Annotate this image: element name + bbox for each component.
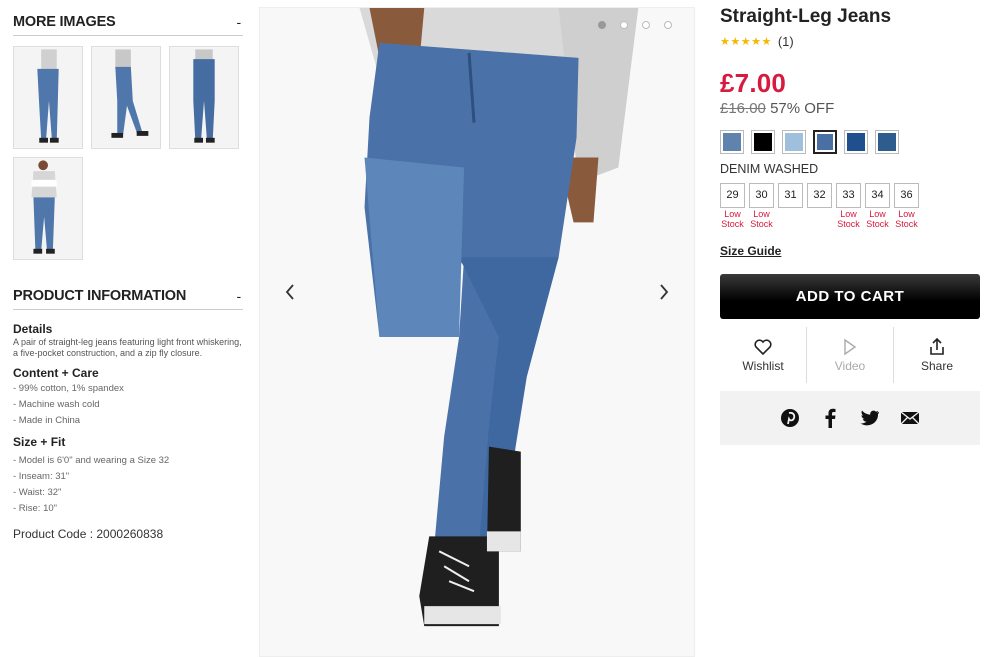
wishlist-label: Wishlist <box>742 359 784 373</box>
color-swatch-6[interactable] <box>875 130 899 154</box>
color-swatch-1[interactable] <box>720 130 744 154</box>
size-label: 29 <box>720 183 745 208</box>
next-image-button[interactable] <box>650 278 678 306</box>
stock-status: Low Stock <box>750 209 773 229</box>
collapse-toggle[interactable]: - <box>237 14 243 30</box>
swatch-fill <box>878 133 896 151</box>
more-images-header[interactable]: MORE IMAGES - <box>13 8 243 36</box>
product-code: Product Code : 2000260838 <box>13 527 164 541</box>
list-item: - Machine wash cold <box>13 399 100 410</box>
share-label: Share <box>920 359 954 373</box>
size-option[interactable]: 29 Low Stock <box>720 183 745 229</box>
color-swatch-4[interactable] <box>813 130 837 154</box>
star-rating-icon: ★★★★★ <box>720 36 772 48</box>
carousel-dot-3[interactable] <box>642 21 650 29</box>
size-label: 36 <box>894 183 919 208</box>
more-images-title: MORE IMAGES <box>13 13 116 30</box>
thumbnail-1[interactable] <box>13 46 83 149</box>
product-information: PRODUCT INFORMATION - Details A pair of … <box>13 282 243 541</box>
swatch-fill <box>723 133 741 151</box>
stock-status: Low Stock <box>866 209 889 229</box>
product-title: Straight-Leg Jeans <box>720 6 892 27</box>
size-option[interactable]: 33 Low Stock <box>836 183 861 229</box>
jeans-photo <box>260 8 694 656</box>
content-care-list: - 99% cotton, 1% spandex - Machine wash … <box>13 381 243 429</box>
original-price-row: £16.00 57% OFF <box>720 100 980 117</box>
details-text: A pair of straight-leg jeans featuring l… <box>13 337 242 358</box>
size-option[interactable]: 36 Low Stock <box>894 183 919 229</box>
color-swatches <box>720 130 980 154</box>
share-button[interactable]: Share <box>894 327 980 383</box>
list-item: - Inseam: 31" <box>13 471 70 482</box>
heart-icon <box>754 339 772 356</box>
sale-price: £7.00 <box>720 68 787 98</box>
size-fit-list: - Model is 6'0" and wearing a Size 32 - … <box>13 453 243 517</box>
list-item: - Made in China <box>13 415 81 426</box>
video-button[interactable]: Video <box>807 327 894 383</box>
rating[interactable]: ★★★★★ (1) <box>720 34 980 49</box>
thumbnail-4[interactable] <box>13 157 83 260</box>
thumbnail-3[interactable] <box>169 46 239 149</box>
size-label: 34 <box>865 183 890 208</box>
swatch-fill <box>847 133 865 151</box>
product-info-body: Details A pair of straight-leg jeans fea… <box>13 322 243 541</box>
stock-status: Low Stock <box>895 209 918 229</box>
carousel-dot-2[interactable] <box>620 21 628 29</box>
swatch-fill <box>785 133 803 151</box>
share-icon <box>930 337 944 355</box>
size-label: 30 <box>749 183 774 208</box>
chevron-right-icon <box>660 284 669 300</box>
discount-label: 57% OFF <box>770 100 835 117</box>
list-item: - Model is 6'0" and wearing a Size 32 <box>13 455 170 466</box>
carousel-dot-4[interactable] <box>664 21 672 29</box>
product-info-title: PRODUCT INFORMATION <box>13 287 187 304</box>
color-swatch-5[interactable] <box>844 130 868 154</box>
size-label: 32 <box>807 183 832 208</box>
stock-status: Low Stock <box>721 209 744 229</box>
size-fit-heading: Size + Fit <box>13 435 66 449</box>
list-item: - 99% cotton, 1% spandex <box>13 383 124 394</box>
stock-status: Low Stock <box>837 209 860 229</box>
product-panel: Straight-Leg Jeans ★★★★★ (1) £7.00 £16.0… <box>720 6 980 445</box>
email-icon[interactable] <box>900 408 920 428</box>
original-price: £16.00 <box>720 100 766 117</box>
review-count[interactable]: (1) <box>778 34 794 49</box>
color-swatch-3[interactable] <box>782 130 806 154</box>
size-label: 33 <box>836 183 861 208</box>
size-label: 31 <box>778 183 803 208</box>
selected-color-name: DENIM WASHED <box>720 162 819 176</box>
pinterest-icon[interactable] <box>780 408 800 428</box>
size-option[interactable]: 34 Low Stock <box>865 183 890 229</box>
color-swatch-2[interactable] <box>751 130 775 154</box>
swatch-fill <box>754 133 772 151</box>
product-info-header[interactable]: PRODUCT INFORMATION - <box>13 282 243 310</box>
prev-image-button[interactable] <box>276 278 304 306</box>
size-selector: 29 Low Stock 30 Low Stock 31 32 33 Low Stock 3… <box>720 183 980 229</box>
carousel-dots <box>598 21 672 29</box>
social-share-bar <box>720 391 980 445</box>
carousel-dot-1[interactable] <box>598 21 606 29</box>
play-icon <box>844 338 857 356</box>
size-option[interactable]: 30 Low Stock <box>749 183 774 229</box>
size-option[interactable]: 31 <box>778 183 803 229</box>
size-guide-link[interactable]: Size Guide <box>720 244 781 258</box>
list-item: - Rise: 10" <box>13 503 58 514</box>
content-care-heading: Content + Care <box>13 366 99 380</box>
video-label: Video <box>834 359 866 373</box>
collapse-toggle[interactable]: - <box>237 288 243 304</box>
swatch-fill <box>817 134 833 150</box>
size-option[interactable]: 32 <box>807 183 832 229</box>
list-item: - Waist: 32" <box>13 487 62 498</box>
chevron-left-icon <box>285 284 294 300</box>
action-row: Wishlist Video Share <box>720 327 980 383</box>
twitter-icon[interactable] <box>860 408 880 428</box>
details-heading: Details <box>13 322 53 336</box>
wishlist-button[interactable]: Wishlist <box>720 327 807 383</box>
thumbnail-2[interactable] <box>91 46 161 149</box>
left-column: MORE IMAGES - PRODUCT INFORMATION - Deta… <box>13 8 243 541</box>
thumbnail-grid <box>13 46 243 260</box>
add-to-cart-button[interactable]: ADD TO CART <box>720 274 980 319</box>
facebook-icon[interactable] <box>820 408 840 428</box>
main-product-image[interactable] <box>259 7 695 657</box>
